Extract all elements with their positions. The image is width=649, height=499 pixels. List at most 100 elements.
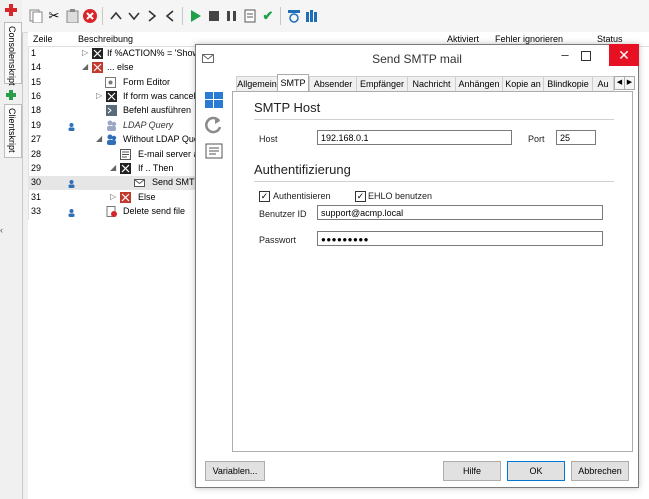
tab-nachricht[interactable]: Nachricht bbox=[407, 76, 456, 91]
auth-checkbox[interactable]: ✓ bbox=[259, 191, 270, 202]
table-row[interactable]: 31 ▷ Else bbox=[28, 191, 198, 205]
row-label: LDAP Query bbox=[123, 120, 174, 130]
column-description[interactable]: Beschreibung bbox=[78, 34, 133, 44]
user-icon bbox=[68, 180, 75, 188]
table-row[interactable]: 33 Delete send file bbox=[28, 205, 198, 219]
mail-icon bbox=[134, 179, 145, 187]
tab-absender[interactable]: Absender bbox=[309, 76, 357, 91]
user-icon bbox=[68, 209, 75, 217]
table-row[interactable]: 27 ◢ Without LDAP Query bbox=[28, 133, 206, 147]
column-status[interactable]: Status bbox=[597, 34, 623, 44]
row-label: Else bbox=[138, 192, 156, 202]
tab-blindkopie[interactable]: Blindkopie bbox=[543, 76, 593, 91]
table-row[interactable]: 16 ▷ If form was cancelled bbox=[28, 90, 208, 104]
tab-anhaengen[interactable]: Anhängen bbox=[455, 76, 503, 91]
auth-checkbox-label: Authentisieren bbox=[273, 191, 331, 201]
tab-empfaenger[interactable]: Empfänger bbox=[356, 76, 408, 91]
expand-icon[interactable]: ▷ bbox=[96, 91, 102, 100]
if-block-icon bbox=[92, 48, 103, 59]
collapse-icon[interactable]: ◢ bbox=[82, 62, 88, 71]
run-icon[interactable] bbox=[188, 8, 204, 24]
maximize-button[interactable] bbox=[581, 51, 591, 61]
table-row[interactable]: 29 ◢ If .. Then bbox=[28, 162, 198, 176]
expand-icon[interactable]: ▷ bbox=[82, 48, 88, 57]
cut-icon[interactable]: ✂ bbox=[46, 8, 62, 24]
pause-icon[interactable] bbox=[224, 8, 240, 24]
ehlo-checkbox[interactable]: ✓ bbox=[355, 191, 366, 202]
debug-icon[interactable] bbox=[286, 8, 302, 24]
if-block-icon bbox=[106, 91, 117, 102]
move-down-icon[interactable] bbox=[126, 8, 142, 24]
user-id-field[interactable]: support@acmp.local bbox=[317, 205, 603, 220]
table-row[interactable]: 18 Befehl ausführen bbox=[28, 104, 198, 118]
ehlo-checkbox-label: EHLO benutzen bbox=[368, 191, 433, 201]
row-label: Without LDAP Query bbox=[123, 134, 207, 144]
send-smtp-dialog: Send SMTP mail – ✕ Allgemein SMTP Absend… bbox=[195, 44, 639, 488]
row-label: If %ACTION% = 'Show' bbox=[107, 48, 201, 58]
row-label: Delete send file bbox=[123, 206, 186, 216]
stop-icon[interactable] bbox=[206, 8, 222, 24]
cancel-button[interactable]: Abbrechen bbox=[571, 461, 629, 481]
table-row[interactable]: 28 E-mail server a bbox=[28, 148, 199, 162]
row-number: 16 bbox=[31, 91, 42, 101]
row-number: 30 bbox=[31, 177, 42, 187]
row-label: Form Editor bbox=[123, 77, 171, 87]
dialog-side-toolbar bbox=[196, 71, 230, 457]
section-smtp-host: SMTP Host bbox=[254, 100, 321, 115]
collapse-icon[interactable]: ◢ bbox=[110, 163, 116, 172]
close-button[interactable]: ✕ bbox=[609, 44, 639, 66]
refresh-icon[interactable] bbox=[205, 116, 223, 136]
variables-button[interactable]: Variablen... bbox=[205, 461, 265, 481]
document-icon[interactable] bbox=[205, 143, 223, 161]
row-number: 1 bbox=[31, 48, 37, 58]
variables-icon[interactable] bbox=[304, 8, 320, 24]
table-row-selected[interactable]: 30 Send SMTP bbox=[28, 176, 201, 190]
expand-icon[interactable]: ▷ bbox=[110, 192, 116, 201]
indent-icon[interactable] bbox=[144, 8, 160, 24]
help-button[interactable]: Hilfe bbox=[443, 461, 501, 481]
user-id-label: Benutzer ID bbox=[259, 209, 307, 219]
ok-button[interactable]: OK bbox=[507, 461, 565, 481]
row-number: 33 bbox=[31, 206, 42, 216]
text-icon bbox=[120, 149, 131, 160]
table-row[interactable]: 19 LDAP Query bbox=[28, 119, 198, 133]
table-row[interactable]: 14 ◢ ... else bbox=[28, 61, 198, 75]
move-up-icon[interactable] bbox=[108, 8, 124, 24]
row-number: 15 bbox=[31, 77, 42, 87]
collapse-icon[interactable]: ◢ bbox=[96, 134, 102, 143]
check-icon[interactable]: ✔ bbox=[260, 8, 276, 24]
table-row[interactable]: 1 ▷ If %ACTION% = 'Show' bbox=[28, 47, 201, 61]
row-number: 14 bbox=[31, 62, 42, 72]
port-field[interactable]: 25 bbox=[556, 130, 596, 145]
column-line[interactable]: Zeile bbox=[33, 34, 53, 44]
add-script-icon[interactable] bbox=[28, 8, 44, 24]
tab-scroll-right-icon[interactable]: ▶ bbox=[624, 76, 635, 90]
port-label: Port bbox=[528, 134, 545, 144]
table-row[interactable]: 15 Form Editor bbox=[28, 76, 198, 90]
delete-icon[interactable] bbox=[82, 8, 98, 24]
row-number: 27 bbox=[31, 134, 42, 144]
host-label: Host bbox=[259, 134, 278, 144]
script-add-icon[interactable] bbox=[5, 4, 17, 16]
outdent-icon[interactable] bbox=[162, 8, 178, 24]
step-icon[interactable] bbox=[242, 8, 258, 24]
smtp-tab-panel: SMTP Host Host 192.168.0.1 Port 25 Authe… bbox=[232, 91, 633, 452]
tab-consolenskript[interactable]: Consolenskript bbox=[4, 22, 22, 86]
column-active[interactable]: Aktiviert bbox=[447, 34, 479, 44]
column-ignore-errors[interactable]: Fehler ignorieren bbox=[495, 34, 563, 44]
paste-icon[interactable] bbox=[64, 8, 80, 24]
minimize-button[interactable]: – bbox=[555, 47, 575, 65]
tab-allgemein[interactable]: Allgemein bbox=[236, 76, 278, 91]
collapse-left-icon[interactable]: ‹ bbox=[0, 225, 6, 239]
row-number: 28 bbox=[31, 149, 42, 159]
else-block-icon bbox=[120, 192, 131, 203]
tab-clientskript[interactable]: Clientskript bbox=[4, 104, 22, 158]
host-field[interactable]: 192.168.0.1 bbox=[317, 130, 512, 145]
tab-more[interactable]: Au bbox=[592, 76, 614, 91]
password-field[interactable]: ●●●●●●●●● bbox=[317, 231, 603, 246]
windows-icon[interactable] bbox=[205, 92, 223, 110]
tab-smtp[interactable]: SMTP bbox=[277, 74, 309, 92]
dialog-titlebar[interactable]: Send SMTP mail – ✕ bbox=[196, 44, 639, 71]
row-number: 31 bbox=[31, 192, 42, 202]
tab-kopie-an[interactable]: Kopie an bbox=[502, 76, 544, 91]
